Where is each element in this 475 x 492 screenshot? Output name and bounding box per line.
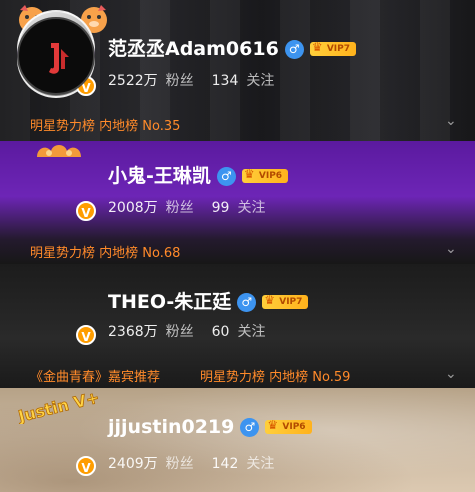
crown-icon: ♛ [267, 418, 279, 432]
fans-count: 2008万 [108, 200, 158, 216]
justin-vplus-decoration-icon: Justin V+ [15, 390, 100, 424]
profile-name-row[interactable]: 范丞丞Adam0616 ♂ ♛ VIP7 [108, 34, 356, 61]
chevron-down-icon[interactable]: ⌄ [445, 114, 457, 128]
verified-badge-icon: V [76, 325, 96, 345]
follow-count: 134 [211, 73, 239, 89]
crown-icon: ♛ [264, 293, 275, 307]
follow-label: 关注 [246, 456, 275, 472]
male-icon: ♂ [237, 293, 257, 312]
fans-count: 2368万 [108, 324, 158, 340]
vip-level: VIP6 [258, 171, 283, 181]
vip-badge: ♛ VIP6 [241, 167, 289, 183]
cloud-headband-decoration-icon [37, 145, 81, 157]
crown-icon: ♛ [311, 40, 323, 54]
fans-label: 粉丝 [165, 324, 194, 340]
profile-name-row[interactable]: THEO-朱正廷 ♂ ♛ VIP7 [108, 287, 309, 314]
vip-level: VIP6 [282, 422, 306, 432]
profile-stats: 2368万 粉丝 60 关注 [108, 321, 265, 341]
fans-label: 粉丝 [165, 73, 194, 89]
male-icon: ♂ [216, 167, 236, 186]
vip-level: VIP7 [326, 44, 350, 54]
follow-label: 关注 [237, 200, 266, 216]
profile-stats: 2008万 粉丝 99 关注 [108, 197, 265, 217]
profile-name[interactable]: jjjustin0219 [108, 416, 234, 438]
follow-count: 60 [211, 324, 230, 340]
profile-stats: 2409万 粉丝 142 关注 [108, 453, 274, 473]
chevron-down-icon[interactable]: ⌄ [445, 367, 457, 381]
male-icon: ♂ [284, 40, 304, 59]
fans-count: 2522万 [108, 73, 158, 89]
avatar[interactable] [17, 17, 95, 95]
crown-icon: ♛ [243, 167, 255, 181]
vip-level: VIP7 [279, 297, 303, 307]
fans-label: 粉丝 [165, 200, 194, 216]
profile-name-row[interactable]: 小鬼-王琳凯 ♂ ♛ VIP6 [108, 161, 289, 188]
rank-link[interactable]: 明星势力榜 内地榜 No.59 [200, 366, 350, 385]
profile-stats: 2522万 粉丝 134 关注 [108, 70, 274, 90]
profile-name-row[interactable]: jjjustin0219 ♂ ♛ VIP6 [108, 416, 312, 438]
profile-name[interactable]: 小鬼-王琳凯 [108, 165, 211, 187]
follow-count: 142 [211, 456, 239, 472]
profile-list: V 范丞丞Adam0616 ♂ ♛ VIP7 2522万 粉丝 134 关注 明星势力榜 内… [0, 0, 475, 492]
male-icon: ♂ [240, 418, 260, 437]
follow-label: 关注 [246, 73, 275, 89]
fans-count: 2409万 [108, 456, 158, 472]
follow-label: 关注 [237, 324, 266, 340]
fans-label: 粉丝 [165, 456, 194, 472]
rank-link[interactable]: 明星势力榜 内地榜 No.35 [30, 115, 180, 134]
svg-text:Justin V+: Justin V+ [15, 390, 100, 424]
verified-badge-icon: V [76, 201, 96, 221]
vip-badge: ♛ VIP6 [265, 418, 312, 434]
recommendation-tag[interactable]: 《金曲青春》嘉宾推荐 [30, 366, 160, 385]
logo-mark-icon [49, 43, 69, 74]
profile-name[interactable]: THEO-朱正廷 [108, 291, 231, 313]
rank-link[interactable]: 明星势力榜 内地榜 No.68 [30, 242, 180, 261]
follow-count: 99 [211, 200, 230, 216]
vip-badge: ♛ VIP7 [262, 293, 309, 309]
profile-name[interactable]: 范丞丞Adam0616 [108, 38, 279, 60]
vip-badge: ♛ VIP7 [309, 40, 356, 56]
chevron-down-icon[interactable]: ⌄ [445, 242, 457, 256]
verified-badge-icon: V [76, 456, 96, 476]
